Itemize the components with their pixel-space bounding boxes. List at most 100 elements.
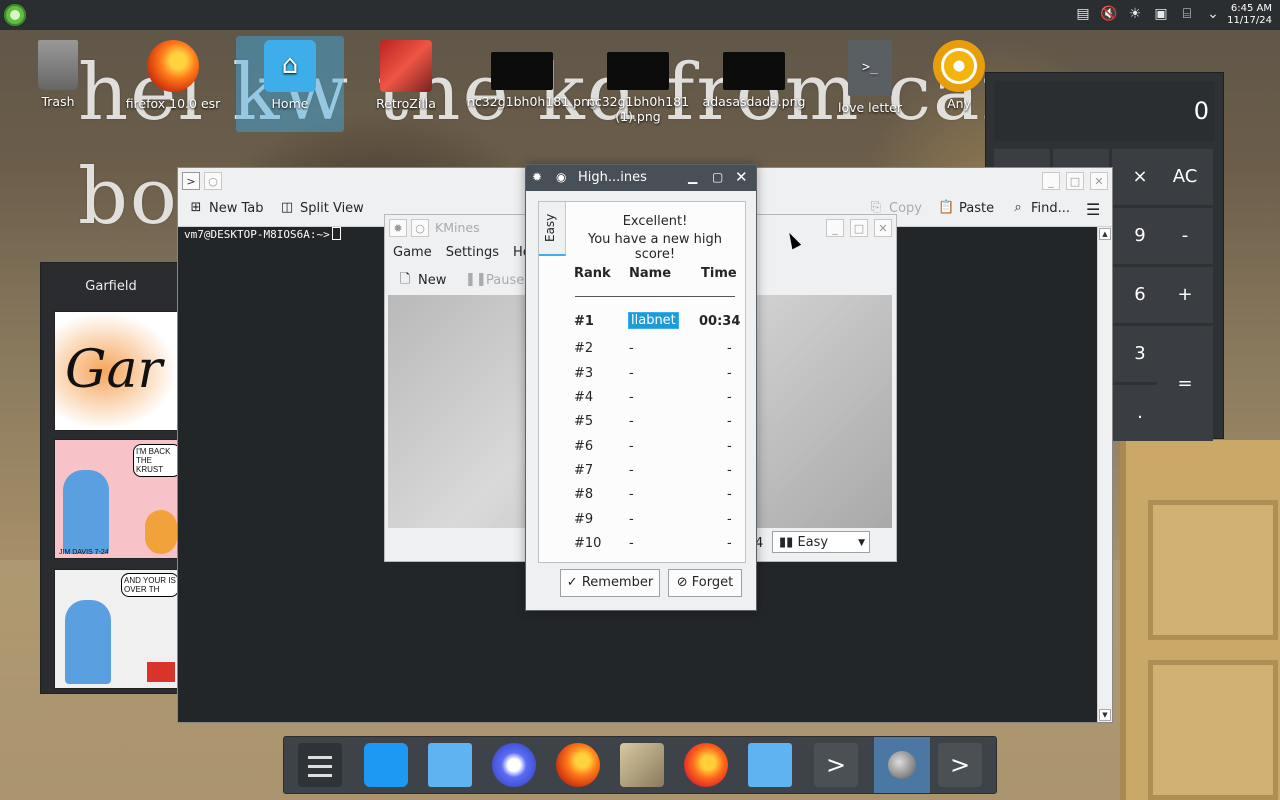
- score-rank: #7: [574, 463, 594, 478]
- remember-button[interactable]: ✓ Remember: [560, 569, 660, 597]
- door-panel: [1148, 660, 1278, 800]
- desktop-icon-home[interactable]: Home: [236, 36, 344, 132]
- maximize-icon[interactable]: □: [850, 219, 868, 237]
- scroll-up-icon[interactable]: ▲: [1099, 228, 1111, 240]
- maximize-icon[interactable]: ▢: [712, 170, 723, 184]
- score-time: -: [727, 512, 732, 527]
- forget-label: Forget: [691, 575, 734, 590]
- menu-settings[interactable]: Settings: [446, 241, 499, 265]
- split-view-label: Split View: [300, 200, 364, 216]
- brightness-icon[interactable]: ☀: [1126, 5, 1144, 23]
- find-button[interactable]: ⌕ Find...: [1010, 200, 1070, 216]
- maximize-icon[interactable]: □: [1066, 172, 1084, 190]
- firefox-icon[interactable]: [684, 743, 728, 787]
- score-name: -: [629, 414, 634, 429]
- desktop-icon-label: adasasdada.png: [702, 94, 806, 109]
- volume-muted-icon[interactable]: 🔇: [1100, 5, 1118, 23]
- minimize-icon[interactable]: _: [826, 219, 844, 237]
- network-icon[interactable]: ⌸: [1178, 5, 1196, 23]
- pin-icon[interactable]: ◉: [556, 170, 566, 184]
- score-time: -: [727, 439, 732, 454]
- desktop-icon-label: nc32g1bh0h181.png: [467, 94, 597, 109]
- desktop-icon-trash[interactable]: Trash: [3, 40, 113, 109]
- score-time: 00:34: [699, 314, 741, 329]
- settings-icon[interactable]: [298, 743, 342, 787]
- discover-icon[interactable]: [364, 743, 408, 787]
- terminal-scrollbar[interactable]: ▲ ▼: [1097, 227, 1112, 722]
- hamburger-menu-icon[interactable]: ☰: [1086, 200, 1100, 219]
- files-icon[interactable]: [428, 743, 472, 787]
- desktop-icon-label: Home: [271, 96, 309, 111]
- score-name: -: [629, 512, 634, 527]
- terminal-icon[interactable]: >: [938, 743, 982, 787]
- desktop-icon-any[interactable]: Any: [929, 40, 989, 111]
- kmines-app-icon: ✹: [532, 170, 543, 184]
- calc-button-minus[interactable]: -: [1157, 208, 1213, 264]
- firefox-icon: [147, 40, 199, 92]
- scroll-down-icon[interactable]: ▼: [1099, 709, 1111, 721]
- pause-button[interactable]: ❚❚ Pause: [465, 272, 524, 288]
- terminal-icon[interactable]: >: [814, 743, 858, 787]
- chevron-down-icon[interactable]: ⌄: [1204, 5, 1222, 23]
- score-name: -: [629, 366, 634, 381]
- new-folder-icon[interactable]: [748, 743, 792, 787]
- garfield-widget: Garfield Gar I'M BACK THE KRUST JIM DAVI…: [40, 262, 182, 694]
- highscores-titlebar[interactable]: ✹ ◉ High...ines ▁ ▢ ✕: [526, 165, 756, 191]
- clipboard-icon[interactable]: ▤: [1074, 5, 1092, 23]
- desktop-icon-png[interactable]: nc32g1bh0h181.png: [467, 40, 597, 109]
- close-icon[interactable]: ✕: [1090, 172, 1108, 190]
- top-panel: ▤ 🔇 ☀ ▣ ⌸ ⌄ 6:45 AM 11/17/24: [0, 0, 1280, 30]
- highscore-message-title: Excellent!: [622, 214, 688, 229]
- kmines-icon[interactable]: [874, 737, 930, 793]
- score-time: -: [727, 341, 732, 356]
- desktop-icon-png[interactable]: adasasdada.png: [699, 40, 809, 109]
- difficulty-select[interactable]: ▮▮ Easy ▼: [772, 531, 870, 553]
- forget-button[interactable]: ⊘ Forget: [668, 569, 742, 597]
- new-game-label: New: [418, 272, 447, 288]
- score-time: -: [727, 414, 732, 429]
- desktop-icon-png[interactable]: nc32g1bh0h181 (1).png: [583, 40, 693, 124]
- jon-figure: [63, 470, 109, 554]
- paste-button[interactable]: 📋 Paste: [938, 200, 994, 216]
- calc-button-all-clear[interactable]: AC: [1157, 149, 1213, 205]
- score-rank: #3: [574, 366, 594, 381]
- desktop-icon-firefox[interactable]: firefox 10.0 esr: [118, 40, 228, 111]
- desktop-icon-retrozilla[interactable]: RetroZilla: [351, 40, 461, 111]
- jon-figure: [65, 600, 111, 684]
- firefox-icon[interactable]: [556, 743, 600, 787]
- pause-icon: ❚❚: [465, 272, 487, 287]
- player-name-input[interactable]: llabnet: [628, 312, 679, 329]
- application-launcher-icon[interactable]: [4, 4, 26, 26]
- minimize-icon[interactable]: ▁: [688, 170, 697, 184]
- new-tab-button[interactable]: ⊞ New Tab: [188, 200, 264, 216]
- desktop-icon-label: Any: [947, 96, 971, 111]
- desktop-icon-love-letter[interactable]: >_ love letter: [815, 40, 925, 115]
- calc-button-plus[interactable]: +: [1157, 267, 1213, 323]
- close-icon[interactable]: ✕: [735, 168, 748, 186]
- disc-icon: [933, 40, 985, 92]
- score-time: -: [727, 463, 732, 478]
- close-icon[interactable]: ✕: [874, 219, 892, 237]
- firefox-nightly-icon[interactable]: [492, 743, 536, 787]
- minimize-icon[interactable]: _: [1042, 172, 1060, 190]
- terminal-output[interactable]: vm7@DESKTOP-M8IOS6A:~>: [184, 227, 341, 241]
- storage-icon[interactable]: ▣: [1152, 5, 1170, 23]
- score-name: -: [629, 390, 634, 405]
- comic-signature: JIM DAVIS 7-24: [59, 549, 109, 556]
- score-name: -: [629, 439, 634, 454]
- text-editor-icon[interactable]: [620, 743, 664, 787]
- new-document-icon: 🗋: [399, 272, 411, 287]
- tab-easy[interactable]: Easy: [539, 202, 566, 256]
- system-tray: ▤ 🔇 ☀ ▣ ⌸ ⌄: [1074, 5, 1222, 23]
- calc-button-decimal[interactable]: .: [1112, 385, 1168, 441]
- menu-game[interactable]: Game: [393, 241, 432, 265]
- trash-icon: [38, 40, 78, 90]
- split-view-button[interactable]: ◫ Split View: [279, 200, 364, 216]
- pin-icon[interactable]: ○: [411, 219, 429, 237]
- clock[interactable]: 6:45 AM 11/17/24: [1227, 3, 1272, 27]
- new-game-button[interactable]: 🗋 New: [397, 272, 447, 288]
- garfield-title: Garfield: [85, 279, 137, 294]
- difficulty-value: Easy: [797, 535, 829, 550]
- column-header-rank: Rank: [574, 266, 611, 281]
- score-rank: #10: [574, 536, 602, 551]
